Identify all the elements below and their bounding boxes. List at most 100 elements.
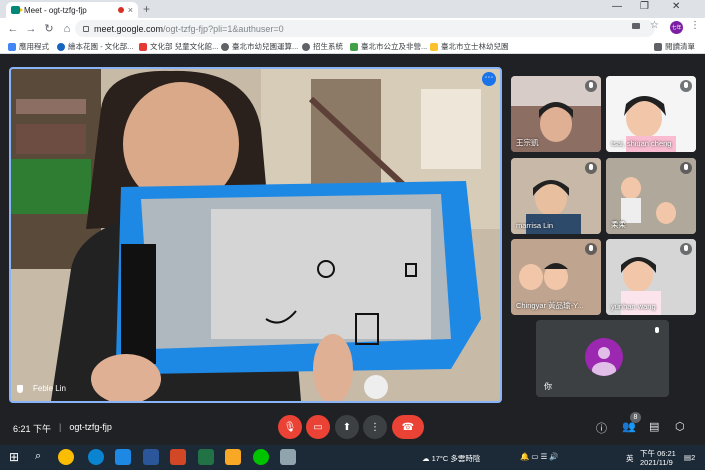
- participant-count-badge: 8: [630, 412, 641, 423]
- self-name: 你: [544, 382, 552, 391]
- weather-widget[interactable]: ☁ 17°C 多雲時陰: [422, 453, 480, 464]
- lock-icon: [83, 25, 89, 32]
- present-button[interactable]: ⬆: [335, 415, 359, 439]
- more-options-icon[interactable]: ⋯: [482, 72, 496, 86]
- app-icon[interactable]: [280, 449, 296, 465]
- pin-icon[interactable]: [17, 384, 23, 393]
- site-icon: [350, 42, 358, 51]
- forward-icon[interactable]: →: [22, 23, 40, 35]
- address-bar-row: ← → ↻ ⌂ meet.google.com/ogt-tzfg-fjp?pli…: [0, 18, 705, 39]
- back-icon[interactable]: ←: [4, 23, 22, 35]
- browser-menu-icon[interactable]: ⋮: [690, 20, 700, 31]
- meeting-code: ogt-tzfg-fjp: [69, 422, 112, 432]
- participant-tile[interactable]: Chingyar 黃品瑜-Y...: [511, 239, 601, 315]
- camera-toggle-button[interactable]: ▭: [306, 415, 330, 439]
- participant-name: 柔柔: [611, 220, 626, 229]
- tab-strip: Meet - ogt-tzfg-fjp × + — ❐ ✕: [0, 0, 705, 18]
- profile-avatar[interactable]: 七年: [670, 21, 683, 34]
- meet-icon: [11, 6, 23, 14]
- participant-name: tsai, shiuan cheng: [611, 139, 672, 148]
- youtube-icon: [139, 42, 147, 51]
- minimize-icon[interactable]: —: [612, 1, 622, 12]
- activities-icon[interactable]: ⬡: [675, 420, 685, 433]
- home-icon[interactable]: ⌂: [58, 23, 76, 35]
- clock-date[interactable]: 2021/11/9: [640, 458, 673, 467]
- globe-icon: [57, 42, 65, 51]
- line-icon[interactable]: [253, 449, 269, 465]
- search-icon[interactable]: ⌕: [35, 450, 41, 463]
- ie-icon[interactable]: [115, 449, 131, 465]
- meeting-info: 6:21 下午 | ogt-tzfg-fjp: [13, 422, 112, 435]
- muted-mic-icon: [585, 162, 597, 174]
- leave-call-button[interactable]: ☎: [392, 415, 424, 439]
- participant-name: Chingyar 黃品瑜-Y...: [516, 301, 584, 310]
- bookmark-picturebook[interactable]: 繪本花園 - 文化部...: [57, 41, 133, 52]
- chrome-icon[interactable]: [58, 449, 74, 465]
- bookmark-taipei-kinder[interactable]: 臺北市幼兒園運算...: [221, 41, 298, 52]
- recording-dot-icon: [117, 7, 124, 13]
- tab-title: Meet - ogt-tzfg-fjp: [24, 5, 87, 15]
- bookmark-moc[interactable]: 文化部 兒童文化館...: [139, 41, 218, 52]
- self-tile[interactable]: 你: [536, 320, 669, 397]
- address-bar[interactable]: meet.google.com/ogt-tzfg-fjp?pli=1&authu…: [75, 20, 655, 37]
- more-options-button[interactable]: ⋮: [363, 415, 387, 439]
- apps-grid-icon: [8, 42, 16, 51]
- reload-icon[interactable]: ↻: [40, 22, 58, 35]
- globe-icon: [221, 42, 229, 51]
- mic-off-icon: 🎙: [283, 421, 297, 433]
- participant-name: marrisa Lin: [516, 221, 554, 230]
- muted-mic-icon: [680, 162, 692, 174]
- url-text: meet.google.com/ogt-tzfg-fjp?pli=1&authu…: [94, 23, 284, 34]
- system-tray-icons[interactable]: 🔔 ▭ ☰ 🔊: [520, 452, 559, 461]
- bookmark-enroll[interactable]: 招生系統: [302, 41, 343, 52]
- bookmark-star-icon[interactable]: ☆: [650, 20, 659, 31]
- camera-off-icon: ▭: [313, 421, 323, 433]
- restore-icon[interactable]: ❐: [640, 1, 649, 12]
- tab-close-button[interactable]: ×: [128, 5, 133, 15]
- site-icon: [430, 42, 438, 51]
- muted-mic-icon: [585, 80, 597, 92]
- presenter-video: [11, 69, 500, 401]
- end-call-icon: ☎: [401, 421, 415, 433]
- camera-icon[interactable]: [632, 23, 640, 29]
- meeting-time: 6:21 下午: [13, 424, 52, 434]
- close-window-icon[interactable]: ✕: [672, 1, 680, 12]
- participant-tile[interactable]: 王宗凱: [511, 76, 601, 152]
- notification-icon[interactable]: ▤2: [684, 453, 695, 462]
- self-avatar: [585, 338, 623, 376]
- muted-mic-icon: [680, 80, 692, 92]
- main-video-tile[interactable]: ⋯ Feble Lin: [9, 67, 502, 403]
- windows-start-icon[interactable]: ⊞: [9, 450, 19, 464]
- globe-icon: [302, 42, 310, 51]
- participant-name: yunhan wang: [611, 302, 656, 311]
- participant-name: 王宗凱: [516, 138, 539, 147]
- muted-mic-icon: [585, 243, 597, 255]
- bookmark-public[interactable]: 臺北市公立及非營...: [350, 41, 427, 52]
- main-speaker-name: Feble Lin: [33, 384, 66, 393]
- chat-icon[interactable]: ▤: [649, 420, 659, 433]
- participant-tile[interactable]: marrisa Lin: [511, 158, 601, 234]
- file-explorer-icon[interactable]: [225, 449, 241, 465]
- separator: |: [59, 422, 62, 432]
- main-speaker-label: Feble Lin: [17, 384, 66, 393]
- bookmark-shilin[interactable]: 臺北市立士林幼兒園: [430, 41, 509, 52]
- excel-icon[interactable]: [198, 449, 214, 465]
- participant-tile[interactable]: tsai, shiuan cheng: [606, 76, 696, 152]
- ime-indicator[interactable]: 英: [626, 453, 634, 464]
- tab-meet[interactable]: Meet - ogt-tzfg-fjp ×: [6, 2, 138, 18]
- powerpoint-icon[interactable]: [170, 449, 186, 465]
- muted-mic-icon: [651, 325, 663, 337]
- participant-tile[interactable]: 柔柔: [606, 158, 696, 234]
- edge-icon[interactable]: [88, 449, 104, 465]
- bookmark-apps[interactable]: 應用程式: [8, 41, 49, 52]
- word-icon[interactable]: [143, 449, 159, 465]
- participant-tile[interactable]: yunhan wang: [606, 239, 696, 315]
- meet-stage: ⋯ Feble Lin 王宗凱 tsai, shiuan cheng marri…: [0, 55, 705, 412]
- windows-taskbar: ⊞ ⌕ ☁ 17°C 多雲時陰 🔔 ▭ ☰ 🔊 英 下午 06:21 2021/…: [0, 445, 705, 470]
- info-icon[interactable]: ⓘ: [596, 420, 607, 436]
- present-icon: ⬆: [342, 421, 352, 433]
- reading-list[interactable]: 閱讀清單: [654, 41, 695, 52]
- mic-toggle-button[interactable]: 🎙: [278, 415, 302, 439]
- new-tab-button[interactable]: +: [143, 2, 150, 16]
- more-vert-icon: ⋮: [370, 421, 380, 433]
